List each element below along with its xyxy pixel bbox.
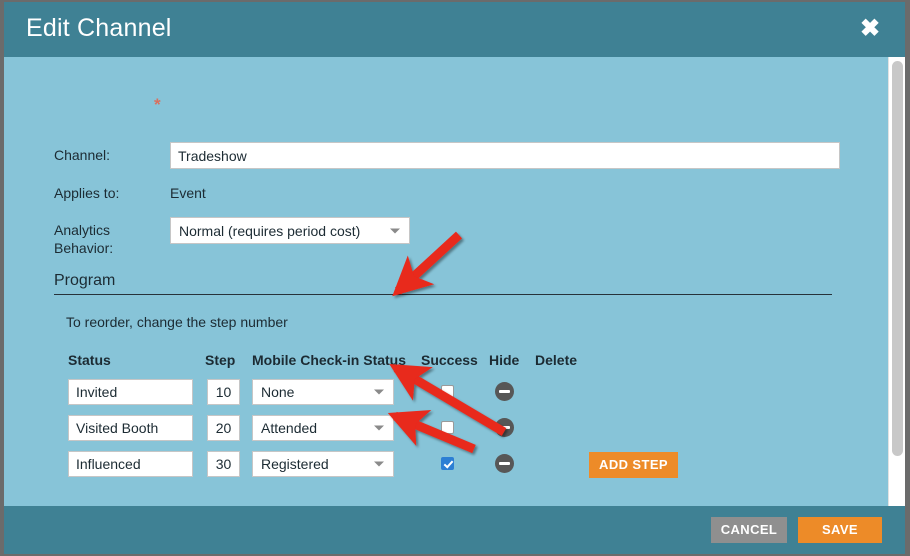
program-section-title: Program bbox=[54, 272, 116, 289]
remove-icon-row-2[interactable] bbox=[495, 454, 514, 473]
channel-label: Channel: bbox=[54, 147, 111, 163]
mobile-status-select-row-1[interactable]: Attended bbox=[252, 415, 394, 441]
column-header-delete: Delete bbox=[535, 352, 578, 368]
success-checkbox-row-1[interactable] bbox=[441, 421, 454, 434]
modal-body: Channel: * Applies to: Event Analytics B… bbox=[4, 57, 905, 506]
edit-channel-modal: Edit Channel ✖ Channel: * Applies to: Ev… bbox=[0, 0, 910, 556]
page-title: Edit Channel bbox=[26, 14, 172, 42]
applies-to-label: Applies to: bbox=[54, 185, 120, 201]
reorder-hint: To reorder, change the step number bbox=[66, 314, 288, 330]
vertical-scrollbar[interactable] bbox=[888, 57, 905, 506]
mobile-status-select-row-2[interactable]: Registered bbox=[252, 451, 394, 477]
modal-footer: CANCEL SAVE bbox=[4, 506, 905, 554]
scrollbar-thumb[interactable] bbox=[892, 61, 903, 456]
status-input-row-0[interactable] bbox=[68, 379, 193, 405]
step-input-row-2[interactable] bbox=[207, 451, 240, 477]
chevron-down-icon bbox=[374, 389, 384, 395]
step-input-row-1[interactable] bbox=[207, 415, 240, 441]
mobile-status-value-row-0: None bbox=[261, 384, 295, 400]
column-header-hide: Hide bbox=[489, 352, 520, 368]
analytics-behavior-select[interactable]: Normal (requires period cost) bbox=[170, 217, 410, 244]
step-input-row-0[interactable] bbox=[207, 379, 240, 405]
column-header-mobile-status: Mobile Check-in Status bbox=[252, 352, 407, 368]
channel-input[interactable] bbox=[170, 142, 840, 169]
chevron-down-icon bbox=[374, 461, 384, 467]
status-input-row-1[interactable] bbox=[68, 415, 193, 441]
success-checkbox-row-2[interactable] bbox=[441, 457, 454, 470]
chevron-down-icon bbox=[374, 425, 384, 431]
remove-icon-row-0[interactable] bbox=[495, 382, 514, 401]
add-step-button[interactable]: ADD STEP bbox=[589, 452, 678, 478]
column-header-status: Status bbox=[68, 352, 111, 368]
applies-to-value: Event bbox=[170, 185, 206, 201]
section-divider bbox=[54, 294, 832, 295]
chevron-down-icon bbox=[390, 228, 400, 233]
column-header-step: Step bbox=[205, 352, 236, 368]
analytics-behavior-value: Normal (requires period cost) bbox=[179, 222, 361, 239]
remove-icon-row-1[interactable] bbox=[495, 418, 514, 437]
mobile-status-value-row-2: Registered bbox=[261, 456, 329, 472]
success-checkbox-row-0[interactable] bbox=[441, 385, 454, 398]
status-input-row-2[interactable] bbox=[68, 451, 193, 477]
analytics-behavior-label-line1: Analytics bbox=[54, 222, 111, 238]
column-header-success: Success bbox=[421, 352, 478, 368]
required-marker: * bbox=[154, 95, 161, 114]
close-icon[interactable]: ✖ bbox=[857, 16, 883, 42]
modal-header: Edit Channel ✖ bbox=[4, 2, 905, 57]
save-button[interactable]: SAVE bbox=[798, 517, 882, 543]
mobile-status-select-row-0[interactable]: None bbox=[252, 379, 394, 405]
analytics-behavior-label-line2: Behavior: bbox=[54, 240, 114, 256]
cancel-button[interactable]: CANCEL bbox=[711, 517, 787, 543]
mobile-status-value-row-1: Attended bbox=[261, 420, 318, 436]
